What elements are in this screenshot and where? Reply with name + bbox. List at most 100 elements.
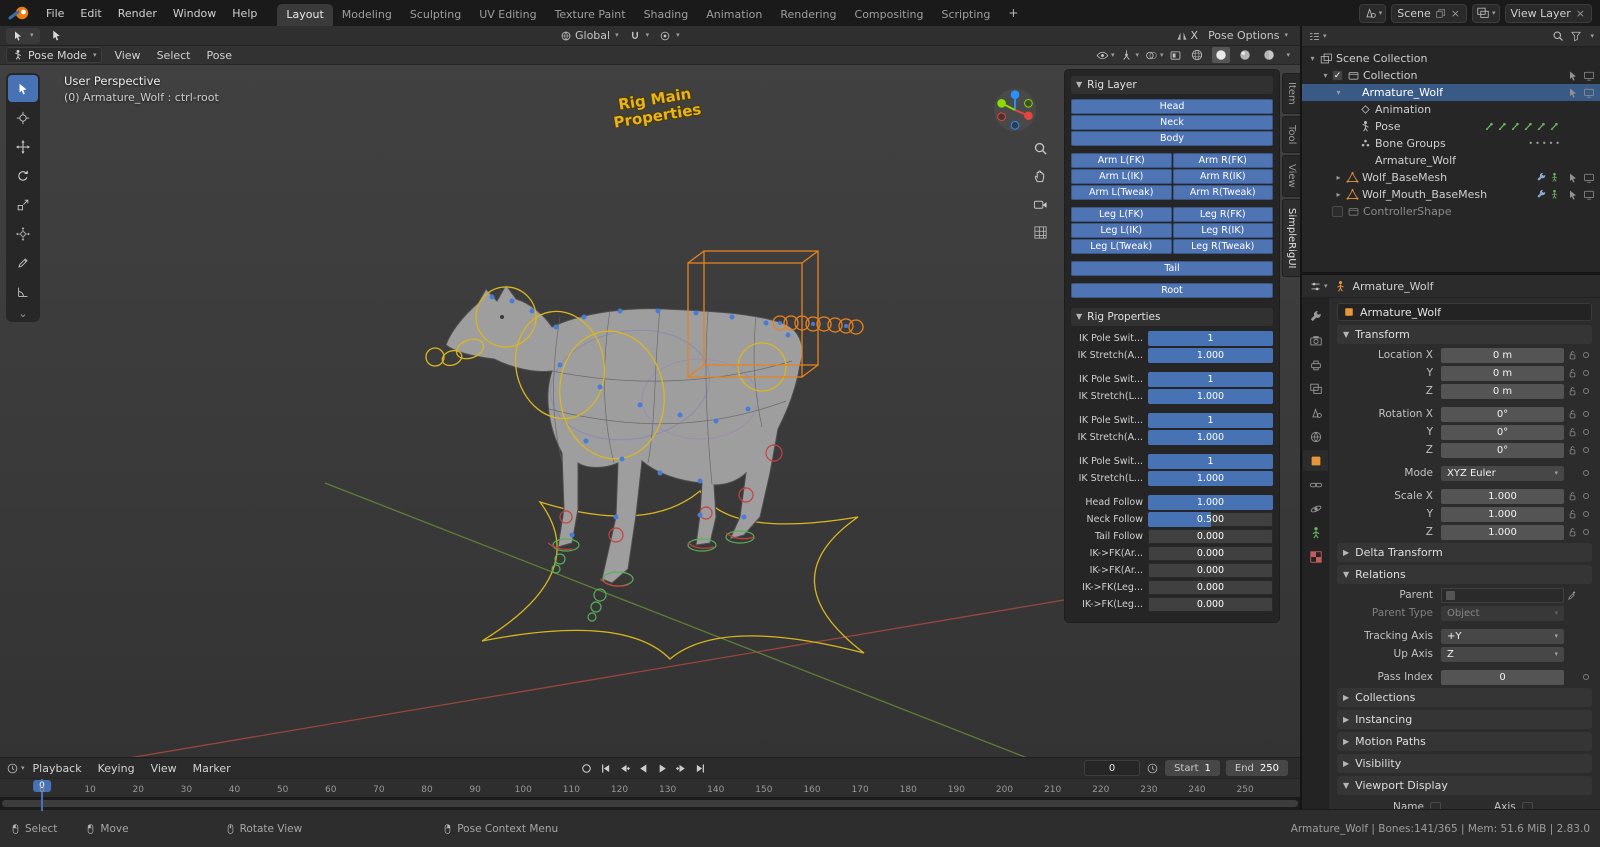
rig-layer-leg-l-fk[interactable]: Leg L(FK): [1071, 207, 1172, 222]
tool-annotate[interactable]: [8, 249, 38, 276]
tweak-tool-icon[interactable]: [50, 29, 63, 42]
props-tab-view-layer[interactable]: [1303, 378, 1328, 399]
transport-jump-end-button[interactable]: [692, 760, 709, 776]
decorator-dot[interactable]: [1580, 429, 1592, 435]
workspace-tab-compositing[interactable]: Compositing: [846, 4, 933, 26]
timeline-menu-view[interactable]: View: [143, 762, 185, 775]
shading-rendered[interactable]: [1260, 47, 1278, 63]
pointer-icon[interactable]: [1567, 70, 1579, 82]
decorator-dot[interactable]: [1580, 493, 1592, 499]
transform-z-field[interactable]: 0°: [1441, 442, 1564, 458]
props-tab-world[interactable]: [1303, 426, 1328, 447]
props-tab-render[interactable]: [1303, 330, 1328, 351]
rig-slider-ik-pole-swit[interactable]: 1: [1148, 331, 1273, 346]
transport-play-back-button[interactable]: [635, 760, 652, 776]
pointer-icon[interactable]: [1567, 87, 1579, 99]
tool-cursor[interactable]: [8, 104, 38, 131]
toggle-visibility[interactable]: ▾: [1096, 49, 1114, 62]
orientation-dropdown[interactable]: Global ▾: [560, 29, 619, 42]
outliner-editor-type-button[interactable]: ▾: [1308, 30, 1327, 43]
caret-open-icon[interactable]: ▾: [1332, 88, 1345, 97]
shading-wireframe[interactable]: [1188, 47, 1206, 63]
workspace-tab-modeling[interactable]: Modeling: [333, 4, 401, 26]
relations-up-axis-dropdown[interactable]: Z ▾: [1441, 646, 1564, 662]
tool-scale[interactable]: [8, 191, 38, 218]
nav-grid-button[interactable]: [1033, 225, 1048, 243]
transform-z-field[interactable]: 0 m: [1441, 383, 1564, 399]
decorator-dot[interactable]: [1580, 447, 1592, 453]
object-name-field[interactable]: Armature_Wolf: [1337, 303, 1592, 321]
transport-jump-start-button[interactable]: [597, 760, 614, 776]
timeline-menu-keying[interactable]: Keying: [90, 762, 143, 775]
search-icon[interactable]: [1552, 30, 1564, 42]
monitor-icon[interactable]: [1583, 87, 1595, 99]
workspace-tab-rendering[interactable]: Rendering: [771, 4, 845, 26]
decorator-dot[interactable]: [1580, 411, 1592, 417]
transport-next-keyframe-button[interactable]: [673, 760, 690, 776]
transform-y-field[interactable]: 1.000: [1441, 506, 1564, 522]
blender-logo[interactable]: [8, 5, 32, 21]
viewport-menu-select[interactable]: Select: [149, 46, 199, 65]
sidebar-tab-simplerigui[interactable]: SimpleRigUI: [1282, 198, 1300, 278]
rig-layer-arm-l-fk[interactable]: Arm L(FK): [1071, 153, 1172, 168]
transport-play-button[interactable]: [654, 760, 671, 776]
mirror-x-toggle[interactable]: X: [1176, 29, 1198, 42]
viewport-display-panel-header[interactable]: ▼ Viewport Display: [1337, 776, 1592, 795]
caret-closed-icon[interactable]: ▸: [1332, 190, 1345, 199]
snap-toggle[interactable]: ▾: [629, 30, 649, 42]
checkbox-collection[interactable]: ✓: [1332, 70, 1343, 81]
transform-y-field[interactable]: 0°: [1441, 424, 1564, 440]
rig-slider-ik-stretch-a[interactable]: 1.000: [1148, 348, 1273, 363]
workspace-tab-texture-paint[interactable]: Texture Paint: [546, 4, 635, 26]
nav-zoom-button[interactable]: [1033, 141, 1048, 159]
transform-scale-x-field[interactable]: 1.000: [1441, 488, 1564, 504]
props-tab-texture[interactable]: [1303, 546, 1328, 567]
use-preview-range-icon[interactable]: [1146, 762, 1159, 775]
toggle-xray[interactable]: [1169, 49, 1182, 62]
relations-parent-type-dropdown[interactable]: Object ▾: [1441, 605, 1564, 621]
shading-solid[interactable]: [1212, 47, 1231, 63]
lock-button[interactable]: [1564, 527, 1580, 538]
rig-slider-ik-pole-swit[interactable]: 1: [1148, 372, 1273, 387]
timeline-editor-type-button[interactable]: ▾: [6, 762, 25, 775]
menu-window[interactable]: Window: [165, 4, 224, 23]
rig-slider-ik-fk-ar[interactable]: 0.000: [1148, 563, 1273, 578]
outliner-row-bone-groups[interactable]: Bone Groups • • • • •: [1302, 135, 1600, 152]
rig-slider-tail-follow[interactable]: 0.000: [1148, 529, 1273, 544]
decorator-dot[interactable]: [1580, 511, 1592, 517]
rig-layer-arm-l-ik[interactable]: Arm L(IK): [1071, 169, 1172, 184]
rig-layer-arm-l-tweak[interactable]: Arm L(Tweak): [1071, 185, 1172, 200]
rig-layer-head[interactable]: Head: [1071, 99, 1273, 114]
motion-paths-panel-header[interactable]: ▶ Motion Paths: [1337, 732, 1592, 751]
filter-icon[interactable]: [1570, 30, 1582, 42]
relations-panel-header[interactable]: ▼ Relations: [1337, 565, 1592, 584]
tool-rotate[interactable]: [8, 162, 38, 189]
rig-slider-ik-stretch-a[interactable]: 1.000: [1148, 430, 1273, 445]
nav-hand-button[interactable]: [1033, 169, 1048, 187]
workspace-tab-scripting[interactable]: Scripting: [932, 4, 999, 26]
rig-slider-ik-pole-swit[interactable]: 1: [1148, 413, 1273, 428]
decorator-dot[interactable]: [1580, 388, 1592, 394]
outliner-row-armature-wolf[interactable]: ▾ Armature_Wolf: [1302, 84, 1600, 101]
monitor-icon[interactable]: [1583, 70, 1595, 82]
nav-camera-button[interactable]: [1033, 197, 1048, 215]
workspace-tab-uv-editing[interactable]: UV Editing: [470, 4, 545, 26]
rig-layer-arm-r-tweak[interactable]: Arm R(Tweak): [1172, 185, 1273, 200]
lock-button[interactable]: [1564, 409, 1580, 420]
navigation-gizmo[interactable]: [992, 87, 1038, 133]
mode-dropdown[interactable]: Pose Mode ▾: [6, 47, 103, 63]
pointer-icon[interactable]: [1567, 189, 1579, 201]
lock-button[interactable]: [1564, 350, 1580, 361]
checkbox-controllershape[interactable]: ✓: [1332, 206, 1343, 217]
sidebar-tab-view[interactable]: View: [1282, 155, 1300, 197]
props-tab-constraints[interactable]: [1303, 474, 1328, 495]
transform-rotation-x-field[interactable]: 0°: [1441, 406, 1564, 422]
rig-slider-head-follow[interactable]: 1.000: [1148, 495, 1273, 510]
current-frame-field[interactable]: 0: [1084, 760, 1141, 776]
rig-slider-ik-fk-leg[interactable]: 0.000: [1148, 580, 1273, 595]
menu-help[interactable]: Help: [224, 4, 265, 23]
rig-slider-ik-stretch-l[interactable]: 1.000: [1148, 389, 1273, 404]
workspace-tab-layout[interactable]: Layout: [277, 4, 333, 26]
rig-layer-leg-r-fk[interactable]: Leg R(FK): [1172, 207, 1273, 222]
props-tab-data[interactable]: [1303, 522, 1328, 543]
